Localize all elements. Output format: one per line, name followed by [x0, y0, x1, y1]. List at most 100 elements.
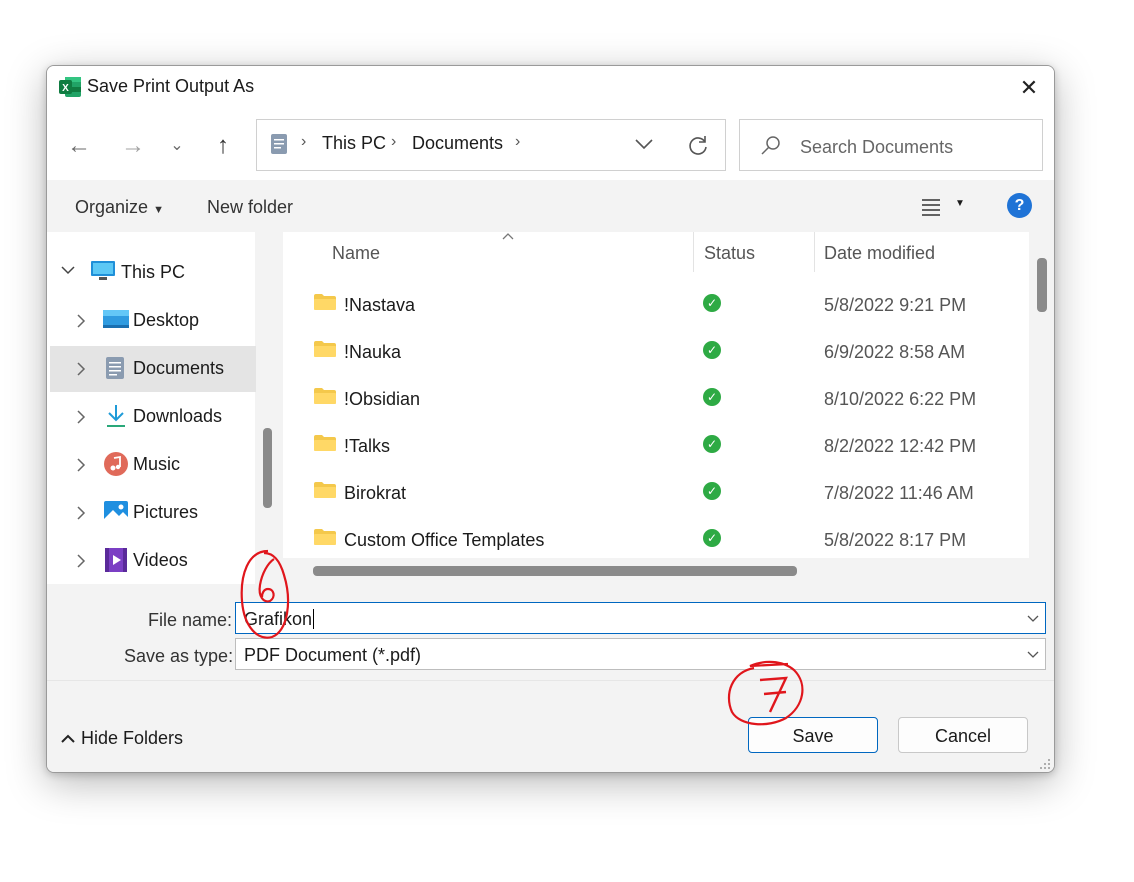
- chevron-right-icon: [77, 410, 86, 424]
- file-name: !Talks: [344, 436, 391, 456]
- sync-ok-icon: ✓: [703, 435, 721, 453]
- column-header-date[interactable]: Date modified: [824, 243, 935, 264]
- file-name: !Nauka: [344, 342, 402, 362]
- sidebar-item-pictures[interactable]: Pictures: [50, 490, 256, 536]
- organize-menu-button[interactable]: Organize ▼: [75, 197, 164, 218]
- sidebar-item-label: Downloads: [133, 406, 223, 426]
- breadcrumb-separator: ›: [515, 133, 521, 150]
- address-bar[interactable]: › This PC › Documents ›: [256, 119, 726, 171]
- table-row[interactable]: Custom Office Templates ✓ 5/8/2022 8:17 …: [283, 521, 1029, 557]
- excel-app-icon: X: [59, 77, 81, 97]
- sync-ok-icon: ✓: [703, 388, 721, 406]
- sidebar-scrollbar[interactable]: [255, 232, 283, 584]
- sidebar-item-documents[interactable]: Documents: [50, 346, 256, 392]
- folder-icon: [314, 435, 336, 451]
- folder-icon: [314, 529, 336, 545]
- forward-button[interactable]: →: [115, 126, 151, 166]
- sync-ok-icon: ✓: [703, 482, 721, 500]
- hide-folders-label: Hide Folders: [81, 728, 184, 748]
- filename-label: File name:: [148, 610, 233, 630]
- refresh-icon[interactable]: [687, 134, 709, 156]
- file-list-horizontal-scroll-thumb[interactable]: [313, 566, 797, 576]
- view-options-button[interactable]: ▼: [919, 194, 967, 218]
- chevron-right-icon: [77, 554, 86, 568]
- cancel-button[interactable]: Cancel: [898, 717, 1028, 753]
- chevron-down-icon: ⌄: [170, 137, 184, 154]
- chevron-right-icon: [77, 506, 86, 520]
- search-box[interactable]: Search Documents: [739, 119, 1043, 171]
- documents-icon: [106, 357, 124, 379]
- sync-ok-icon: ✓: [703, 294, 721, 312]
- close-button[interactable]: ✕: [1009, 72, 1049, 104]
- file-date: 5/8/2022 9:21 PM: [824, 295, 967, 315]
- new-folder-button[interactable]: New folder: [207, 197, 293, 218]
- back-arrow-icon: ←: [67, 132, 91, 159]
- sidebar-item-label: This PC: [121, 262, 186, 282]
- save-as-type-value: PDF Document (*.pdf): [244, 645, 422, 665]
- file-list-vertical-scroll-thumb[interactable]: [1037, 258, 1047, 312]
- sidebar-item-this-pc[interactable]: This PC: [61, 260, 251, 284]
- sidebar-item-label: Documents: [133, 358, 225, 378]
- column-header-status[interactable]: Status: [704, 243, 755, 264]
- sync-ok-icon: ✓: [703, 529, 721, 547]
- hide-folders-button[interactable]: Hide Folders: [61, 728, 183, 749]
- file-date: 8/10/2022 6:22 PM: [824, 389, 977, 409]
- chevron-down-icon[interactable]: [1027, 651, 1039, 659]
- folder-icon: [314, 294, 336, 310]
- sync-ok-icon: ✓: [703, 341, 721, 359]
- breadcrumb-separator: ›: [391, 133, 397, 150]
- address-dropdown-icon[interactable]: [635, 139, 653, 150]
- breadcrumb-this-pc[interactable]: This PC: [322, 133, 386, 154]
- search-icon: [761, 136, 780, 155]
- search-placeholder: Search Documents: [800, 137, 954, 157]
- sidebar-item-desktop[interactable]: Desktop: [50, 298, 256, 344]
- caret-down-icon: ▼: [153, 204, 164, 216]
- file-name: !Nastava: [344, 295, 416, 315]
- help-icon[interactable]: ?: [1007, 193, 1032, 218]
- chevron-up-icon: [61, 734, 75, 743]
- column-divider[interactable]: [814, 232, 815, 272]
- sidebar-item-music[interactable]: Music: [50, 442, 256, 488]
- save-as-type-select[interactable]: PDF Document (*.pdf): [235, 638, 1046, 670]
- chevron-down-icon: [61, 266, 75, 275]
- table-row[interactable]: Birokrat ✓ 7/8/2022 11:46 AM: [283, 474, 1029, 518]
- sidebar-item-downloads[interactable]: Downloads: [50, 394, 256, 440]
- file-name: Birokrat: [344, 483, 407, 503]
- document-folder-icon: [271, 134, 287, 154]
- file-name: Custom Office Templates: [344, 530, 545, 550]
- resize-grip-icon[interactable]: [1037, 756, 1051, 770]
- table-row[interactable]: !Talks ✓ 8/2/2022 12:42 PM: [283, 427, 1029, 471]
- back-button[interactable]: ←: [61, 126, 97, 166]
- sidebar-item-videos[interactable]: Videos: [50, 538, 256, 584]
- close-icon: ✕: [1019, 75, 1039, 100]
- annotation-number-7: 7: [760, 680, 761, 681]
- folder-icon: [314, 341, 336, 357]
- up-arrow-icon: ↑: [217, 132, 229, 159]
- sidebar-item-label: Desktop: [133, 310, 200, 330]
- breadcrumb-documents[interactable]: Documents: [412, 133, 503, 154]
- table-row[interactable]: !Obsidian ✓ 8/10/2022 6:22 PM: [283, 380, 1029, 424]
- up-button[interactable]: ↑: [205, 126, 241, 166]
- table-row[interactable]: !Nauka ✓ 6/9/2022 8:58 AM: [283, 333, 1029, 377]
- recent-locations-button[interactable]: ⌄: [159, 126, 195, 166]
- caret-down-icon: ▼: [955, 198, 965, 209]
- save-dialog: X Save Print Output As ✕ ← → ⌄ ↑ › This …: [46, 65, 1055, 773]
- desktop-icon: [103, 310, 129, 328]
- filename-input[interactable]: Grafikon: [235, 602, 1046, 634]
- chevron-right-icon: [77, 458, 86, 472]
- column-header-name[interactable]: Name: [332, 243, 380, 264]
- sidebar-item-label: Music: [133, 454, 181, 474]
- table-row[interactable]: !Nastava ✓ 5/8/2022 9:21 PM: [283, 286, 1029, 330]
- sidebar-item-label: Pictures: [133, 502, 199, 522]
- column-divider[interactable]: [693, 232, 694, 272]
- folder-icon: [314, 482, 336, 498]
- text-caret: [313, 609, 315, 629]
- videos-icon: [105, 548, 127, 572]
- file-date: 6/9/2022 8:58 AM: [824, 342, 966, 362]
- annotation-number-6: 6: [266, 560, 267, 561]
- save-as-type-label: Save as type:: [124, 646, 234, 666]
- sidebar-scroll-thumb[interactable]: [263, 428, 272, 508]
- music-icon: [104, 452, 128, 476]
- chevron-down-icon[interactable]: [1027, 615, 1039, 623]
- chevron-right-icon: [77, 314, 86, 328]
